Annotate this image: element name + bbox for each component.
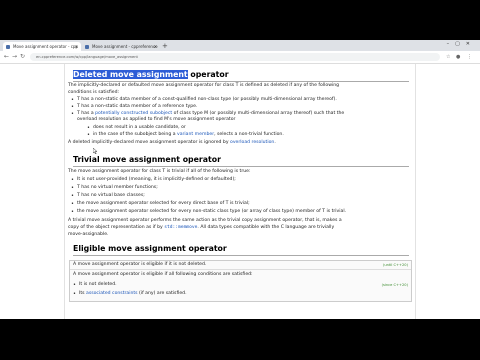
- eligibility-table: A move assignment operator is eligible i…: [69, 260, 412, 302]
- row-text: A move assignment operator is eligible i…: [73, 272, 253, 277]
- paragraph: A trivial move assignment operator perfo…: [68, 218, 342, 223]
- text: .: [274, 140, 276, 145]
- menu-icon[interactable]: ⋮: [467, 53, 472, 61]
- bullet-icon: •: [71, 209, 74, 215]
- version-badge: (since C++20): [381, 283, 408, 287]
- table-row: • Its associated constraints (if any) ar…: [70, 290, 411, 298]
- tab-bar: Move assignment operator - cpp ✕ Move as…: [0, 40, 480, 51]
- favicon-icon: [6, 44, 10, 49]
- bullet-icon: •: [71, 97, 74, 103]
- text: A deleted implicitly-declared move assig…: [68, 140, 231, 145]
- list-item: the move assignment operator selected fo…: [77, 209, 347, 214]
- mouse-cursor-icon: [93, 148, 98, 154]
- table-row: A move assignment operator is eligible i…: [70, 261, 411, 270]
- paragraph: copy of the object representation as if …: [68, 225, 334, 231]
- new-tab-button[interactable]: +: [162, 42, 168, 50]
- address-bar[interactable]: en.cppreference.com/w/cpp/language/move_…: [30, 53, 440, 61]
- link-overload-resolution[interactable]: overload resolution: [230, 140, 274, 145]
- paragraph: The move assignment operator for class T…: [68, 169, 251, 174]
- text: , selects a non-trivial function.: [214, 132, 284, 137]
- text: T has a: [77, 111, 96, 116]
- bullet-icon: •: [87, 125, 90, 131]
- page-content: Deleted move assignment operator The imp…: [64, 64, 416, 319]
- table-row: • It is not deleted. (since C++20): [70, 281, 411, 289]
- browser-toolbar: ← → ↻ en.cppreference.com/w/cpp/language…: [0, 51, 480, 64]
- row-text: Its associated constraints (if any) are …: [79, 291, 187, 297]
- code-std-memmove[interactable]: std::memmove: [164, 225, 197, 230]
- reload-icon[interactable]: ↻: [20, 53, 25, 61]
- url-text: en.cppreference.com/w/cpp/language/move_…: [36, 55, 138, 59]
- bullet-icon: •: [73, 291, 76, 297]
- close-tab-icon[interactable]: ✕: [154, 42, 157, 51]
- row-text: A move assignment operator is eligible i…: [73, 262, 207, 267]
- bullet-icon: •: [71, 185, 74, 191]
- selected-text: Deleted move assignment: [73, 70, 188, 79]
- tab-move-assignment-cppreference[interactable]: Move assignment - cppreference ✕: [82, 42, 160, 51]
- heading-rule: [73, 81, 409, 82]
- link-associated-constraints[interactable]: associated constraints: [86, 291, 138, 296]
- link-variant-member[interactable]: variant member: [177, 132, 214, 137]
- tab-label: Move assignment - cppreference: [92, 44, 158, 49]
- close-tab-icon[interactable]: ✕: [75, 42, 78, 51]
- bullet-icon: •: [73, 282, 76, 288]
- section-heading-eligible: Eligible move assignment operator: [73, 244, 227, 253]
- tab-move-assignment-operator[interactable]: Move assignment operator - cpp ✕: [3, 42, 81, 51]
- table-row: A move assignment operator is eligible i…: [70, 271, 411, 279]
- bullet-icon: •: [87, 132, 90, 138]
- favicon-icon: [85, 44, 89, 49]
- text: copy of the object representation as if …: [68, 225, 165, 230]
- list-item: T has a non-static data member of a refe…: [77, 104, 198, 109]
- text: in the case of the subobject being a: [93, 132, 177, 137]
- paragraph: The implicitly-declared or defaulted mov…: [68, 83, 340, 88]
- tab-label: Move assignment operator - cpp: [13, 44, 79, 49]
- list-item: T has no virtual base classes;: [77, 193, 145, 198]
- text: of class type M (or possibly multi-dimen…: [172, 111, 345, 116]
- section-heading-deleted: Deleted move assignment operator: [73, 70, 229, 80]
- list-item: the move assignment operator selected fo…: [77, 201, 250, 206]
- bullet-icon: •: [71, 104, 74, 110]
- heading-rule: [73, 166, 409, 167]
- bullet-icon: •: [71, 177, 74, 183]
- text: Its: [79, 291, 87, 296]
- bullet-icon: •: [71, 111, 74, 117]
- paragraph: conditions is satisfied:: [68, 90, 120, 95]
- bookmark-star-icon[interactable]: ☆: [446, 53, 450, 61]
- forward-icon[interactable]: →: [12, 53, 17, 61]
- sub-list-item: in the case of the subobject being a var…: [93, 132, 284, 138]
- list-item: It is not user-provided (meaning, it is …: [77, 177, 236, 182]
- text: (if any) are satisfied.: [137, 291, 187, 296]
- paragraph: A deleted implicitly-declared move assig…: [68, 140, 276, 146]
- row-text: It is not deleted.: [79, 282, 117, 287]
- bullet-icon: •: [71, 193, 74, 199]
- list-item-continuation: overload resolution as applied to find M…: [77, 117, 236, 122]
- link-potentially-constructed-subobject[interactable]: potentially constructed subobject: [95, 111, 172, 116]
- heading-rule: [73, 255, 409, 256]
- window-controls[interactable]: –▢✕: [447, 41, 476, 47]
- list-item: T has a non-static data member of a cons…: [77, 97, 337, 102]
- browser-window: Move assignment operator - cpp ✕ Move as…: [0, 40, 480, 319]
- version-badge: (until C++20): [382, 263, 408, 267]
- profile-icon[interactable]: ●: [456, 53, 460, 61]
- section-heading-trivial: Trivial move assignment operator: [73, 155, 221, 164]
- heading-rest: operator: [187, 70, 229, 79]
- bullet-icon: •: [71, 201, 74, 207]
- list-item: T has no virtual member functions;: [77, 185, 158, 190]
- text: . All data types compatible with the C l…: [197, 225, 335, 230]
- paragraph: move-assignable.: [68, 232, 109, 237]
- sub-list-item: does not result in a usable candidate, o…: [93, 125, 186, 130]
- back-icon[interactable]: ←: [4, 53, 9, 61]
